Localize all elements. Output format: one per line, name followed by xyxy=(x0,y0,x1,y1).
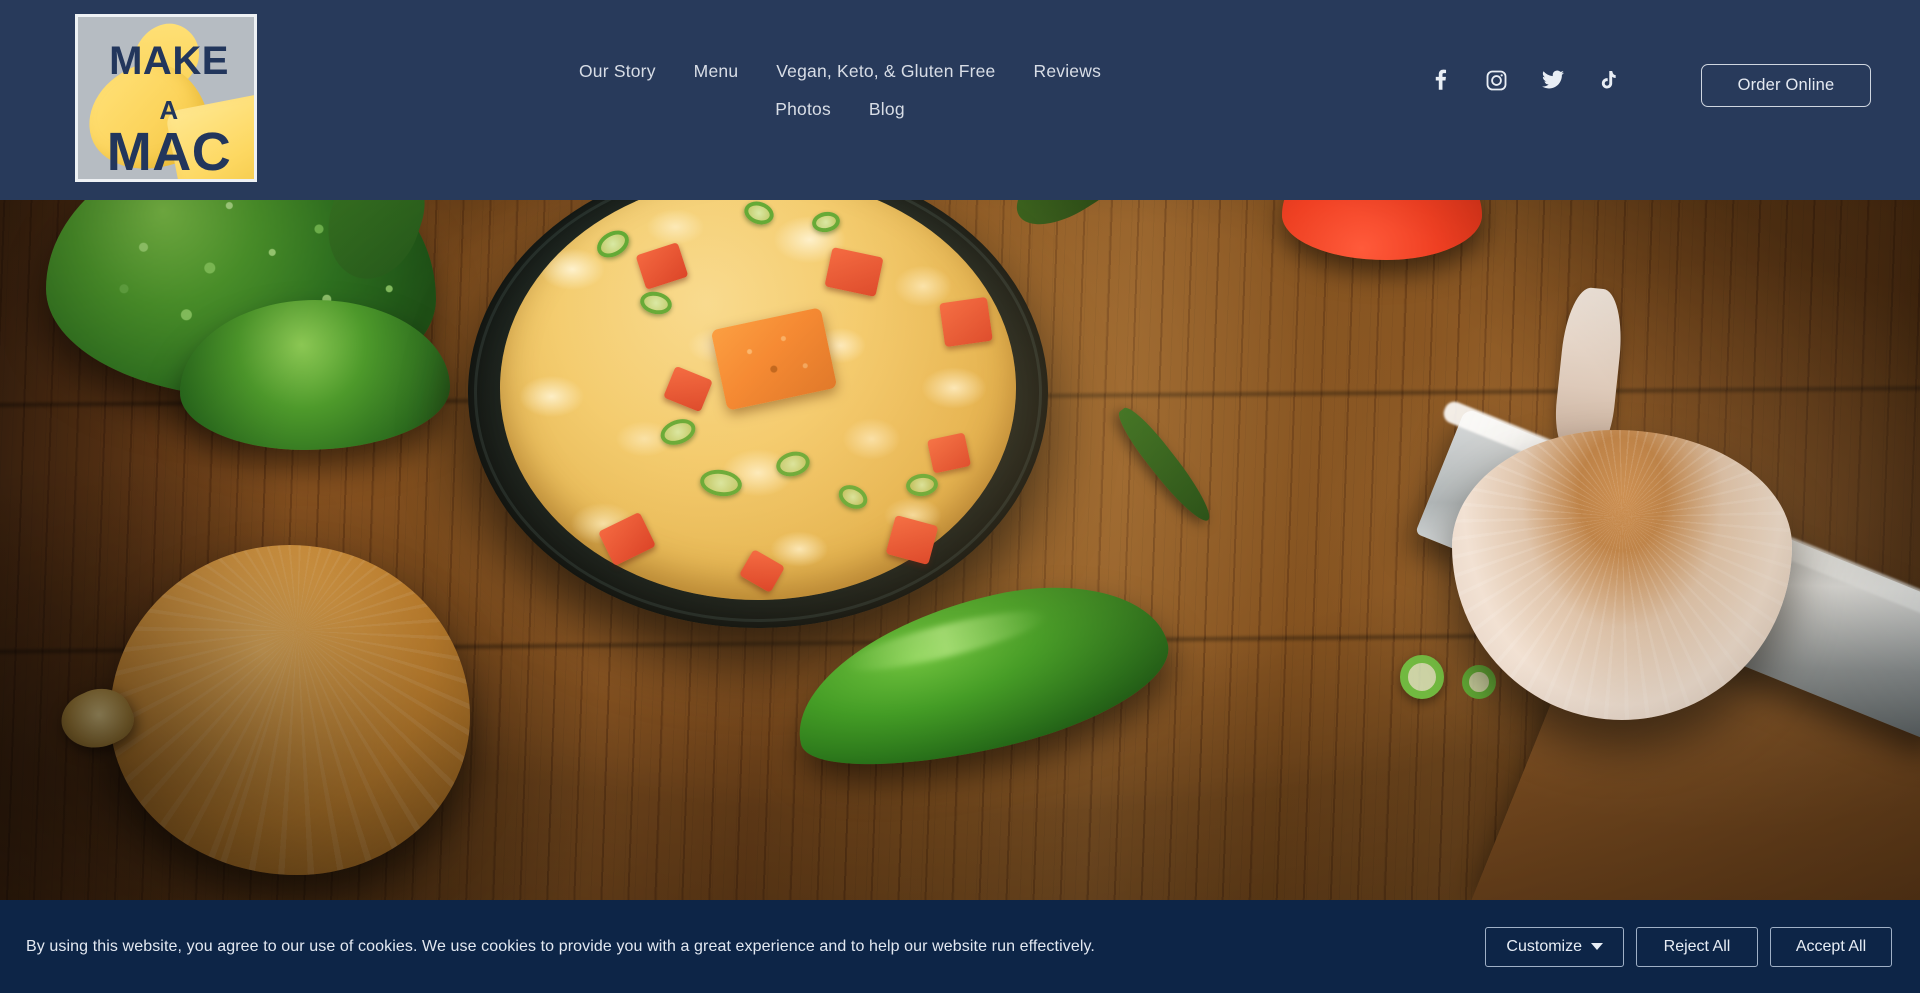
accept-all-cookies-button[interactable]: Accept All xyxy=(1770,926,1892,967)
facebook-icon[interactable] xyxy=(1430,69,1452,91)
instagram-icon[interactable] xyxy=(1485,69,1508,92)
twitter-icon[interactable] xyxy=(1541,68,1565,92)
customize-label: Customize xyxy=(1506,937,1582,955)
chevron-down-icon xyxy=(1591,943,1603,950)
cookie-consent-banner: By using this website, you agree to our … xyxy=(0,900,1920,993)
nav-item-vegan-keto-gluten-free[interactable]: Vegan, Keto, & Gluten Free xyxy=(776,56,995,86)
order-online-button[interactable]: Order Online xyxy=(1701,64,1871,107)
nav-item-our-story[interactable]: Our Story xyxy=(579,56,656,86)
nav-item-blog[interactable]: Blog xyxy=(869,94,905,124)
main-navigation: Our Story Menu Vegan, Keto, & Gluten Fre… xyxy=(560,56,1120,124)
page-root: MAKE A MAC Our Story Menu Vegan, Keto, &… xyxy=(0,0,1920,993)
nav-item-reviews[interactable]: Reviews xyxy=(1033,56,1101,86)
nav-item-menu[interactable]: Menu xyxy=(694,56,739,86)
site-header: MAKE A MAC Our Story Menu Vegan, Keto, &… xyxy=(0,0,1920,200)
reject-all-cookies-button[interactable]: Reject All xyxy=(1636,926,1758,967)
social-links xyxy=(1430,68,1619,92)
nav-item-photos[interactable]: Photos xyxy=(775,94,831,124)
cookie-consent-actions: Customize Reject All Accept All xyxy=(1485,926,1892,967)
site-logo[interactable]: MAKE A MAC xyxy=(75,14,257,182)
logo-text-make: MAKE xyxy=(109,39,229,83)
tiktok-icon[interactable] xyxy=(1598,69,1619,92)
cookie-consent-message: By using this website, you agree to our … xyxy=(26,937,1095,955)
logo-text-mac: MAC xyxy=(106,122,232,182)
customize-cookies-button[interactable]: Customize xyxy=(1485,926,1624,967)
